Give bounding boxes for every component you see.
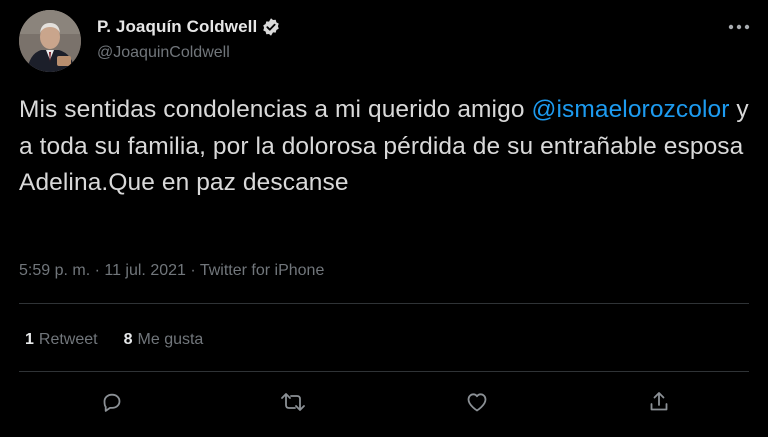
divider [19, 371, 749, 372]
share-icon[interactable] [645, 388, 673, 416]
more-icon[interactable] [726, 14, 752, 40]
tweet-text-part: Mis sentidas condolencias a mi querido a… [19, 96, 532, 123]
retweets-stat[interactable]: 1 Retweet [25, 331, 98, 349]
like-icon[interactable] [463, 388, 491, 416]
author-display-name[interactable]: P. Joaquín Coldwell [97, 17, 257, 37]
retweets-label: Retweet [38, 331, 98, 348]
reply-icon[interactable] [98, 388, 126, 416]
likes-count: 8 [123, 331, 133, 348]
tweet-text: Mis sentidas condolencias a mi querido a… [19, 92, 749, 202]
divider [19, 303, 749, 304]
retweets-count: 1 [25, 331, 34, 348]
tweet-stats: 1 Retweet 8 Me gusta [25, 331, 229, 349]
likes-stat[interactable]: 8 Me gusta [124, 331, 204, 349]
tweet-card: P. Joaquín Coldwell @JoaquinColdwell Mis… [0, 0, 768, 437]
retweet-icon[interactable] [279, 388, 307, 416]
author-name-row: P. Joaquín Coldwell [97, 15, 281, 39]
author-handle[interactable]: @JoaquinColdwell [97, 44, 230, 62]
likes-label: Me gusta [137, 331, 204, 348]
avatar[interactable] [19, 10, 81, 72]
verified-badge-icon [261, 17, 281, 37]
mention-link[interactable]: @ismaelorozcolor [531, 96, 729, 123]
tweet-timestamp[interactable]: 5:59 p. m. · 11 jul. 2021 · Twitter for … [19, 262, 324, 280]
